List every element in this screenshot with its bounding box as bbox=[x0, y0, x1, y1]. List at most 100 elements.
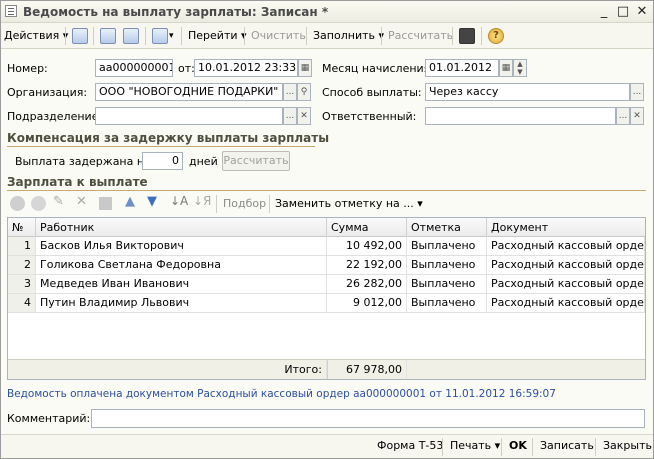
comment-label: Комментарий: bbox=[7, 412, 91, 425]
document-cell[interactable]: Расходный кассовый орде... bbox=[487, 294, 645, 312]
add-row-icon[interactable] bbox=[10, 196, 25, 211]
structure-icon[interactable] bbox=[459, 28, 475, 44]
clear-button[interactable]: Очистить bbox=[251, 23, 306, 49]
help-icon[interactable]: ? bbox=[488, 28, 504, 44]
toolbar-separator bbox=[93, 27, 94, 45]
payment-method-field[interactable]: Через кассу bbox=[425, 83, 630, 101]
calculate-compensation-button[interactable]: Рассчитать bbox=[222, 151, 290, 171]
refresh-icon[interactable] bbox=[100, 28, 116, 44]
toolbar-separator bbox=[145, 27, 146, 45]
month-spinner-icon[interactable]: ▲ ▼ bbox=[513, 59, 527, 77]
select-button[interactable]: ... bbox=[283, 83, 297, 101]
column-sum[interactable]: Сумма bbox=[327, 218, 407, 237]
sum-cell[interactable]: 22 192,00 bbox=[327, 256, 407, 274]
select-button[interactable]: ... bbox=[283, 107, 297, 125]
document-window: Ведомость на выплату зарплаты: Записан *… bbox=[0, 0, 654, 459]
search-icon[interactable]: ⚲ bbox=[297, 83, 311, 101]
number-field[interactable]: аа000000001 bbox=[95, 59, 173, 77]
toolbar-separator bbox=[442, 438, 443, 456]
select-button[interactable]: ... bbox=[616, 107, 630, 125]
row-number[interactable]: 1 bbox=[8, 237, 36, 255]
sum-cell[interactable]: 9 012,00 bbox=[327, 294, 407, 312]
mark-cell[interactable]: Выплачено bbox=[407, 256, 487, 274]
delay-label: Выплата задержана на: bbox=[15, 155, 155, 168]
goto-menu[interactable]: Перейти ▾ bbox=[188, 23, 247, 49]
maximize-icon[interactable]: □ bbox=[615, 4, 631, 19]
responsible-field[interactable] bbox=[425, 107, 616, 125]
print-label: Печать bbox=[450, 439, 492, 452]
employee-cell[interactable]: Медведев Иван Иванович bbox=[36, 275, 327, 293]
selection-button[interactable]: Подбор bbox=[223, 197, 266, 210]
post-document-icon[interactable] bbox=[72, 28, 88, 44]
title-bar: Ведомость на выплату зарплаты: Записан *… bbox=[1, 1, 653, 23]
row-number[interactable]: 4 bbox=[8, 294, 36, 312]
document-cell[interactable]: Расходный кассовый орде... bbox=[487, 275, 645, 293]
calendar-icon[interactable]: ▦ bbox=[298, 59, 312, 77]
table-row[interactable]: 2 Голикова Светлана Федоровна 22 192,00 Вып… bbox=[8, 256, 645, 275]
sum-cell[interactable]: 10 492,00 bbox=[327, 237, 407, 255]
employee-cell[interactable]: Голикова Светлана Федоровна bbox=[36, 256, 327, 274]
toolbar-separator bbox=[269, 195, 270, 213]
row-number[interactable]: 2 bbox=[8, 256, 36, 274]
organization-label: Организация: bbox=[7, 86, 88, 99]
clear-icon[interactable]: ✕ bbox=[630, 107, 644, 125]
calendar-icon[interactable]: ▦ bbox=[499, 59, 513, 77]
column-number[interactable]: № bbox=[8, 218, 36, 237]
table-row[interactable]: 4 Путин Владимир Львович 9 012,00 Выплачено… bbox=[8, 294, 645, 313]
table-row[interactable]: 3 Медведев Иван Иванович 26 282,00 Выплачен… bbox=[8, 275, 645, 294]
delete-icon[interactable]: ✕ bbox=[76, 194, 87, 209]
form-t53-button[interactable]: Форма Т-53 bbox=[377, 433, 443, 459]
edit-icon[interactable]: ✎ bbox=[53, 194, 64, 209]
save-button[interactable]: Записать bbox=[540, 433, 594, 459]
document-cell[interactable]: Расходный кассовый орде... bbox=[487, 237, 645, 255]
close-icon[interactable]: ✕ bbox=[634, 4, 650, 19]
mark-cell[interactable]: Выплачено bbox=[407, 237, 487, 255]
table-row[interactable]: 1 Басков Илья Викторович 10 492,00 Выплачен… bbox=[8, 237, 645, 256]
delay-days-field[interactable]: 0 bbox=[142, 152, 183, 170]
clear-icon[interactable]: ✕ bbox=[297, 107, 311, 125]
copy-row-icon[interactable] bbox=[31, 196, 46, 211]
based-on-dropdown-icon[interactable]: ▾ bbox=[169, 23, 174, 49]
section-divider bbox=[7, 190, 646, 191]
employee-cell[interactable]: Путин Владимир Львович bbox=[36, 294, 327, 312]
save-row-icon[interactable] bbox=[99, 197, 112, 210]
calculate-button[interactable]: Рассчитать bbox=[388, 23, 453, 49]
section-divider bbox=[7, 146, 315, 147]
fill-menu[interactable]: Заполнить ▾ bbox=[313, 23, 384, 49]
month-field[interactable]: 01.01.2012 bbox=[425, 59, 499, 77]
print-menu[interactable]: Печать ▾ bbox=[450, 433, 500, 459]
based-on-icon[interactable] bbox=[152, 28, 168, 44]
column-employee[interactable]: Работник bbox=[36, 218, 327, 237]
salary-table: № Работник Сумма Отметка Документ 1 Баско… bbox=[7, 217, 646, 380]
toolbar-separator bbox=[595, 438, 596, 456]
document-cell[interactable]: Расходный кассовый орде... bbox=[487, 256, 645, 274]
date-field[interactable]: 10.01.2012 23:33:34 bbox=[194, 59, 298, 77]
ok-button[interactable]: OK bbox=[509, 433, 527, 459]
select-button[interactable]: ... bbox=[630, 83, 644, 101]
toolbar-separator bbox=[381, 27, 382, 45]
row-number[interactable]: 3 bbox=[8, 275, 36, 293]
organization-field[interactable]: ООО "НОВОГОДНИЕ ПОДАРКИ" bbox=[95, 83, 283, 101]
sum-cell[interactable]: 26 282,00 bbox=[327, 275, 407, 293]
sort-descending-icon[interactable]: ↓Я bbox=[193, 194, 211, 208]
column-document[interactable]: Документ bbox=[487, 218, 645, 237]
fill-label: Заполнить bbox=[313, 29, 375, 42]
minimize-icon[interactable]: _ bbox=[596, 4, 612, 19]
move-down-icon[interactable]: ▼ bbox=[147, 194, 157, 209]
table-footer: Итого: 67 978,00 bbox=[8, 359, 645, 379]
mark-cell[interactable]: Выплачено bbox=[407, 294, 487, 312]
close-button[interactable]: Закрыть bbox=[603, 433, 652, 459]
comment-field[interactable] bbox=[91, 409, 645, 428]
toolbar-separator bbox=[481, 27, 482, 45]
move-up-icon[interactable]: ▲ bbox=[125, 194, 135, 209]
column-mark[interactable]: Отметка bbox=[407, 218, 487, 237]
department-field[interactable] bbox=[95, 107, 283, 125]
employee-cell[interactable]: Басков Илья Викторович bbox=[36, 237, 327, 255]
sort-ascending-icon[interactable]: ↓A bbox=[170, 194, 188, 208]
mark-cell[interactable]: Выплачено bbox=[407, 275, 487, 293]
actions-menu[interactable]: Действия ▾ bbox=[4, 23, 68, 49]
replace-mark-menu[interactable]: Заменить отметку на ... ▾ bbox=[275, 197, 423, 210]
copy-icon[interactable] bbox=[123, 28, 139, 44]
days-label: дней bbox=[189, 155, 218, 168]
paid-info-link[interactable]: Ведомость оплачена документом Расходный … bbox=[7, 388, 556, 400]
